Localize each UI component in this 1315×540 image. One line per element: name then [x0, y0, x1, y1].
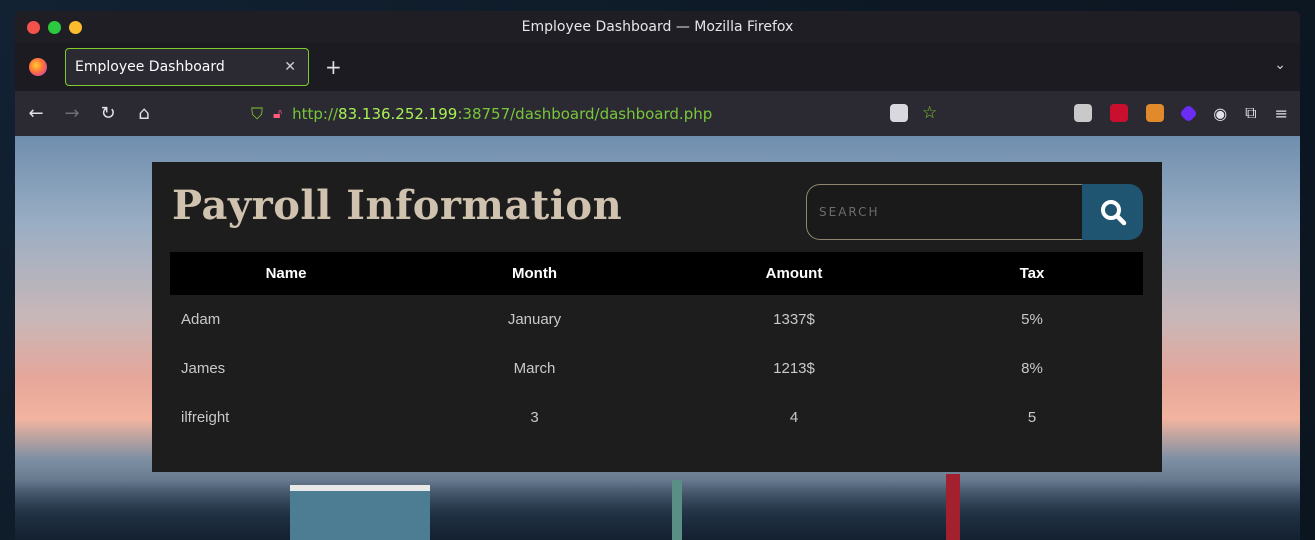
forward-button[interactable]: → [57, 103, 87, 124]
background-spire-shape [672, 480, 682, 540]
page-viewport: Payroll Information Name Month Amount [15, 136, 1300, 540]
browser-window: Employee Dashboard — Mozilla Firefox Emp… [15, 11, 1300, 540]
foxyproxy-extension-icon[interactable] [1074, 104, 1093, 122]
cell-amount: 1337$ [773, 311, 815, 328]
background-tower-shape [946, 474, 960, 540]
cell-month: 3 [530, 409, 539, 426]
tab-bar: Employee Dashboard ✕ + ⌄ [15, 43, 1300, 91]
tab-employee-dashboard[interactable]: Employee Dashboard ✕ [65, 48, 309, 86]
cell-name: ilfreight [181, 409, 230, 426]
cell-amount: 4 [789, 409, 799, 426]
url-actions: ☆ [890, 103, 937, 123]
table-header-row: Name Month Amount Tax [170, 252, 1143, 295]
bookmark-star-icon[interactable]: ☆ [922, 103, 937, 123]
background-ship-shape [290, 485, 430, 540]
reader-view-icon[interactable] [890, 104, 908, 122]
search-form [806, 184, 1143, 240]
url-bar[interactable]: ⛉ 🔓︎ http://83.136.252.199:38757/dashboa… [251, 101, 712, 127]
firefox-view-icon[interactable] [29, 58, 47, 76]
hamburger-menu-icon[interactable]: ≡ [1275, 104, 1288, 123]
extensions-puzzle-icon[interactable]: ⧉ [1245, 103, 1256, 123]
cell-month: January [507, 311, 562, 328]
list-all-tabs-icon[interactable]: ⌄ [1274, 57, 1286, 73]
column-header-name: Name [265, 265, 307, 282]
table-row: James March 1213$ 8% [170, 344, 1143, 393]
cookie-editor-extension-icon[interactable]: ◉ [1213, 104, 1227, 123]
background-harbor-image [15, 480, 1300, 540]
wappalyzer-extension-icon[interactable] [1179, 103, 1198, 123]
cell-name: James [181, 360, 226, 377]
search-icon [1100, 200, 1126, 226]
cell-amount: 1213$ [773, 360, 815, 377]
burp-extension-icon[interactable] [1146, 104, 1165, 122]
search-button[interactable] [1082, 184, 1143, 240]
column-header-amount: Amount [765, 265, 823, 282]
ublock-origin-extension-icon[interactable] [1110, 104, 1129, 122]
tracking-protection-shield-icon[interactable]: ⛉ [251, 104, 263, 124]
table-row: ilfreight 3 4 5 [170, 393, 1143, 442]
column-header-month: Month [512, 265, 557, 282]
page-title: Payroll Information [172, 182, 623, 229]
new-tab-button[interactable]: + [325, 55, 342, 79]
search-input[interactable] [806, 184, 1083, 240]
minimize-window-button[interactable] [69, 21, 82, 34]
cell-tax: 5% [1021, 311, 1043, 328]
back-button[interactable]: ← [21, 103, 51, 124]
cell-name: Adam [181, 311, 221, 328]
cell-tax: 5 [1027, 409, 1037, 426]
cell-tax: 8% [1021, 360, 1043, 377]
column-header-tax: Tax [1019, 265, 1045, 282]
reload-button[interactable]: ↻ [93, 103, 123, 124]
window-controls [27, 21, 82, 34]
payroll-table: Name Month Amount Tax Adam January 1337$… [170, 252, 1143, 442]
table-row: Adam January 1337$ 5% [170, 295, 1143, 344]
window-title: Employee Dashboard — Mozilla Firefox [521, 19, 794, 35]
insecure-connection-lock-icon[interactable]: 🔓︎ [273, 106, 282, 122]
home-button[interactable]: ⌂ [129, 103, 159, 124]
maximize-window-button[interactable] [48, 21, 61, 34]
tab-label: Employee Dashboard [75, 59, 225, 75]
window-titlebar: Employee Dashboard — Mozilla Firefox [15, 11, 1300, 43]
close-tab-icon[interactable]: ✕ [284, 59, 296, 75]
url-text[interactable]: http://83.136.252.199:38757/dashboard/da… [292, 105, 712, 123]
toolbar-extensions: ◉ ⧉ ≡ [1074, 103, 1288, 123]
cell-month: March [513, 360, 556, 377]
close-window-button[interactable] [27, 21, 40, 34]
navigation-toolbar: ← → ↻ ⌂ ⛉ 🔓︎ http://83.136.252.199:38757… [15, 91, 1300, 136]
payroll-panel: Payroll Information Name Month Amount [152, 162, 1162, 472]
